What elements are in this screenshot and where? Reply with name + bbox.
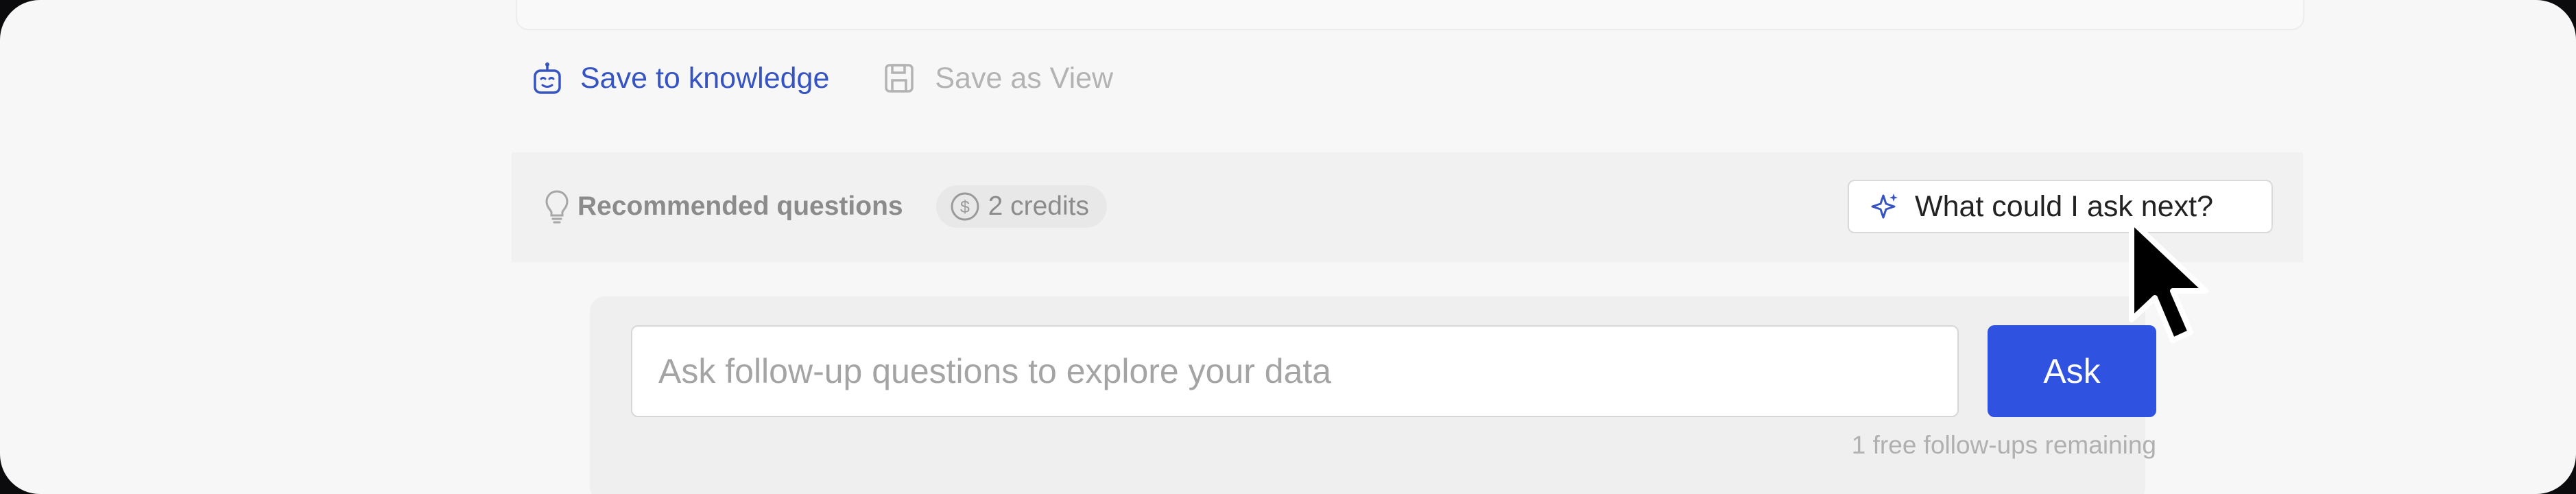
save-disk-icon bbox=[884, 63, 914, 93]
recommended-questions-header: Recommended questions $ 2 credits bbox=[545, 185, 1107, 228]
lightbulb-icon bbox=[545, 189, 569, 224]
recommended-questions-title: Recommended questions bbox=[577, 191, 903, 221]
credits-count: 2 credits bbox=[988, 191, 1089, 221]
result-card bbox=[516, 0, 2304, 30]
save-to-knowledge-button[interactable]: Save to knowledge bbox=[532, 62, 829, 95]
app-frame: Save to knowledge Save as View Recommend… bbox=[0, 0, 2576, 494]
mouse-pointer-icon bbox=[2126, 217, 2215, 357]
sparkle-icon bbox=[1870, 191, 1900, 222]
save-as-view-label: Save as View bbox=[935, 61, 1114, 95]
save-to-knowledge-label: Save to knowledge bbox=[580, 61, 830, 95]
save-as-view-button[interactable]: Save as View bbox=[884, 62, 1113, 95]
svg-text:$: $ bbox=[960, 198, 970, 217]
followup-question-input[interactable] bbox=[631, 325, 1959, 417]
free-followups-remaining: 1 free follow-ups remaining bbox=[1851, 431, 2156, 459]
dollar-coin-icon: $ bbox=[950, 191, 980, 222]
robot-icon bbox=[532, 62, 562, 95]
credits-badge: $ 2 credits bbox=[935, 185, 1107, 228]
result-actions: Save to knowledge Save as View bbox=[532, 59, 1113, 97]
